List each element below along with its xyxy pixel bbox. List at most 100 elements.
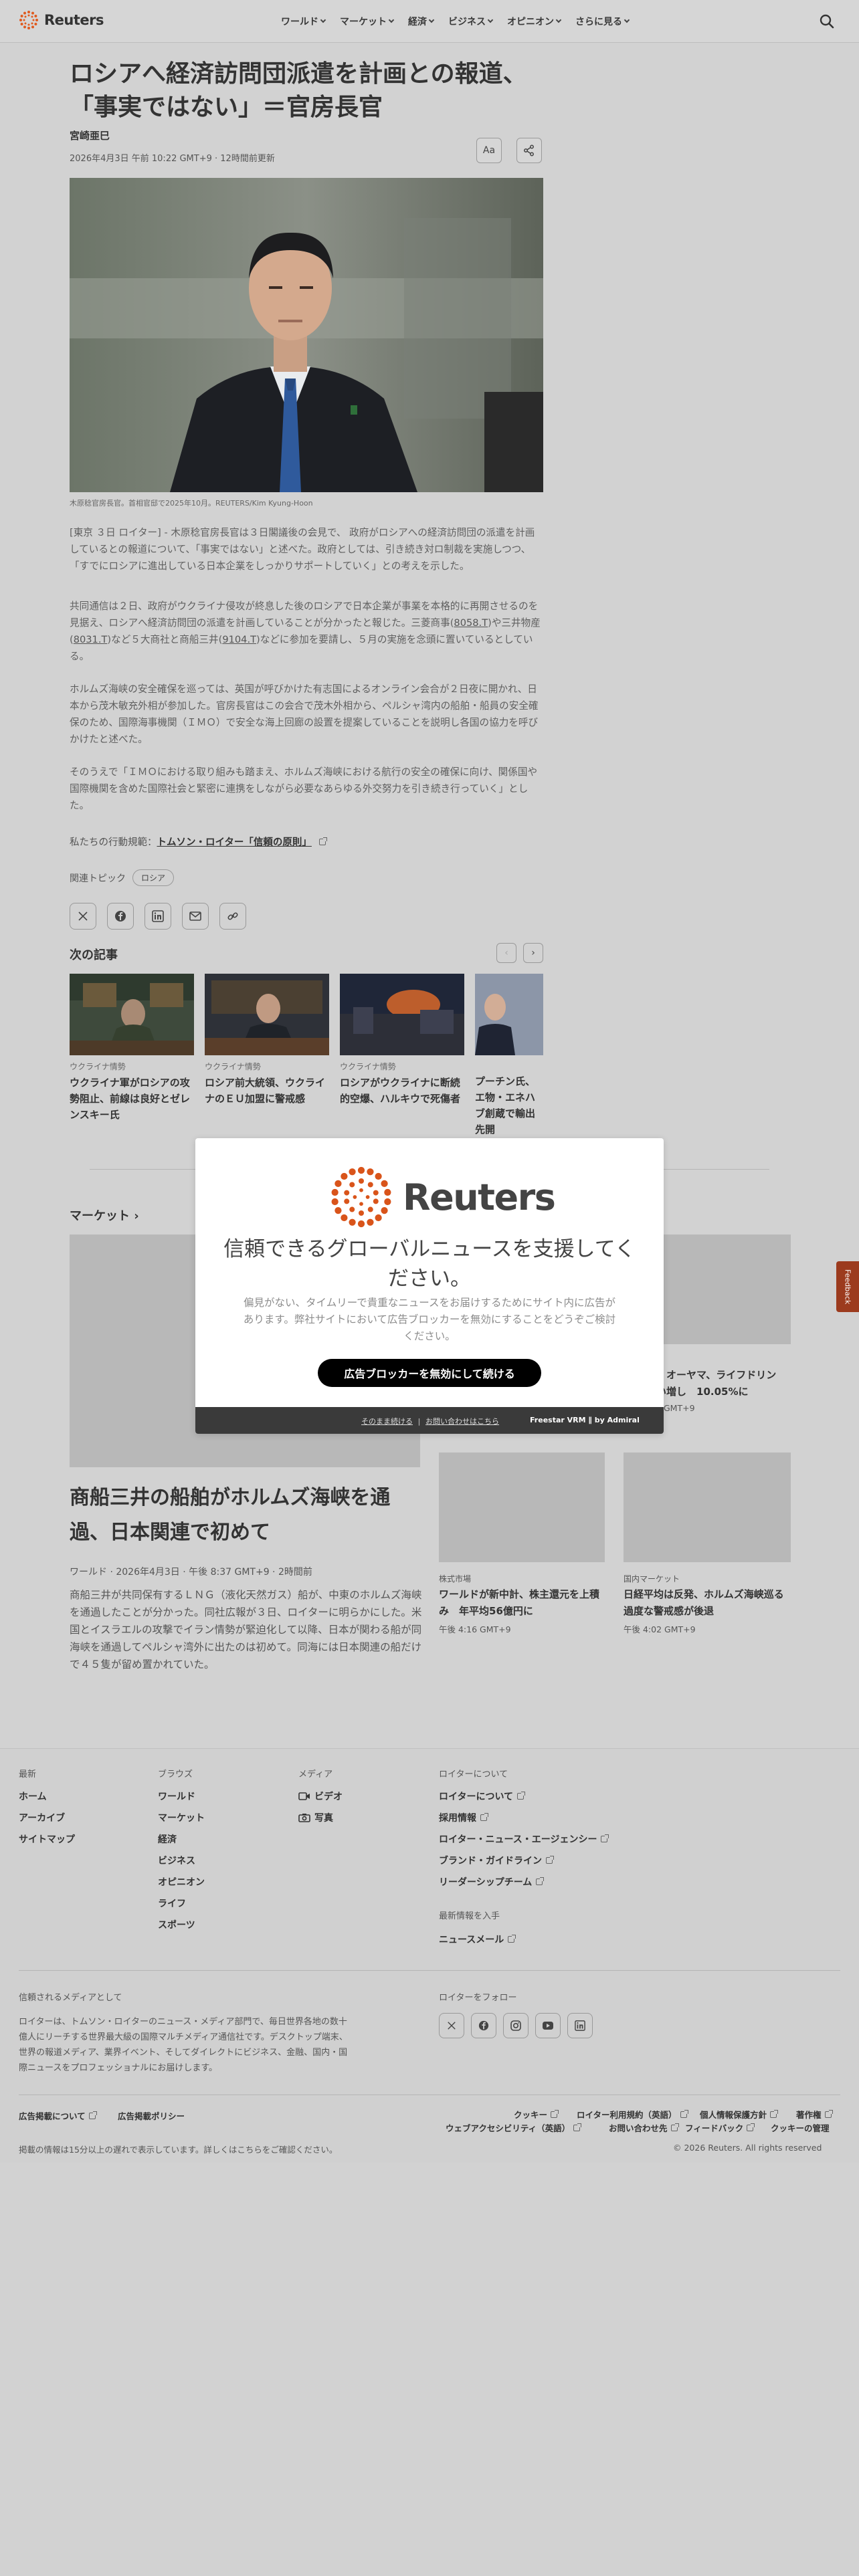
- disable-adblock-button[interactable]: 広告ブロッカーを無効にして続ける: [318, 1359, 541, 1387]
- card-thumbnail: [475, 974, 543, 1055]
- share-button[interactable]: [516, 138, 542, 163]
- small-story-title[interactable]: ワールドが新中計、株主還元を上積み 年平均56億円に: [439, 1586, 599, 1620]
- footer-link-business[interactable]: ビジネス: [158, 1854, 195, 1867]
- chevron-down-icon: [624, 17, 630, 23]
- font-size-button[interactable]: Aa: [476, 138, 502, 163]
- share-x-button[interactable]: [70, 903, 96, 930]
- footer-link-life[interactable]: ライフ: [158, 1897, 186, 1910]
- follow-youtube-button[interactable]: [535, 2013, 561, 2038]
- next-article-card[interactable]: ウクライナ情勢 ロシア前大統領、ウクライナのＥＵ加盟に警戒感: [205, 974, 329, 1107]
- footer-link-careers[interactable]: 採用情報: [439, 1811, 488, 1824]
- nav-item-opinion[interactable]: オピニオン: [507, 15, 562, 28]
- market-small-image-placeholder[interactable]: [624, 1453, 791, 1562]
- share-linkedin-button[interactable]: [145, 903, 171, 930]
- nav-item-more[interactable]: さらに見る: [575, 15, 630, 28]
- side-story-title-partial[interactable]: ニ、オーヤマ、ライフドリン 買い増し 10.05%に: [646, 1367, 807, 1400]
- chevron-down-icon: [388, 17, 395, 23]
- footer-copyright: © 2026 Reuters. All rights reserved: [673, 2143, 822, 2153]
- small-story-kicker[interactable]: 株式市場: [439, 1573, 471, 1584]
- share-icon: [524, 144, 534, 156]
- market-lead-meta: ワールド · 2026年4月3日 · 午後 8:37 GMT+9 · 2時間前: [70, 1567, 312, 1578]
- footer-link-terms[interactable]: ロイター利用規約（英語）: [577, 2108, 688, 2121]
- footer-link-advertise[interactable]: 広告掲載について: [19, 2109, 97, 2122]
- ticker-link-9104[interactable]: 9104.T: [222, 634, 256, 645]
- footer-link-economy[interactable]: 経済: [158, 1832, 177, 1846]
- next-article-card[interactable]: プーチン氏、エ物・エネハブ創蔵で輸出先開: [475, 974, 543, 1138]
- market-small-image-placeholder[interactable]: [439, 1453, 605, 1562]
- footer-trust-heading: 信頼されるメディアとして: [19, 1993, 122, 2003]
- feedback-tab[interactable]: Feedback: [836, 1261, 859, 1312]
- footer-link-world[interactable]: ワールド: [158, 1790, 195, 1803]
- small-story-title[interactable]: 日経平均は反発、ホルムズ海峡巡る過度な警戒感が後退: [624, 1586, 784, 1620]
- footer-link-cookies[interactable]: クッキー: [514, 2108, 559, 2121]
- continue-anyway-link[interactable]: そのまま続ける: [361, 1417, 413, 1426]
- footer-link-home[interactable]: ホーム: [19, 1790, 47, 1803]
- carousel-next-button[interactable]: ›: [523, 943, 543, 963]
- footer-link-photos[interactable]: 写真: [298, 1811, 333, 1824]
- ticker-link-8058[interactable]: 8058.T: [454, 617, 488, 629]
- share-email-button[interactable]: [182, 903, 209, 930]
- hero-photo[interactable]: [70, 178, 543, 492]
- related-topics: 関連トピック ロシア: [70, 869, 175, 886]
- copy-link-button[interactable]: [219, 903, 246, 930]
- footer-link-privacy[interactable]: 個人情報保護方針: [700, 2108, 779, 2121]
- footer-link-archive[interactable]: アーカイブ: [19, 1811, 65, 1824]
- next-article-card[interactable]: ウクライナ情勢 ロシアがウクライナに断続的空爆、ハルキウで死傷者: [340, 974, 464, 1107]
- nav-item-economy[interactable]: 経済: [408, 15, 435, 28]
- footer-link-sports[interactable]: スポーツ: [158, 1918, 195, 1931]
- facebook-icon: [115, 911, 126, 922]
- footer-link-cookie-settings[interactable]: クッキーの管理: [771, 2121, 830, 2134]
- footer-link-feedback[interactable]: フィードバック: [685, 2121, 755, 2134]
- card-title[interactable]: ロシアがウクライナに断続的空爆、ハルキウで死傷者: [340, 1075, 464, 1107]
- footer-link-news-agency[interactable]: ロイター・ニュース・エージェンシー: [439, 1832, 609, 1846]
- follow-instagram-button[interactable]: [503, 2013, 529, 2038]
- nav-item-business[interactable]: ビジネス: [448, 15, 494, 28]
- footer-link-leadership[interactable]: リーダーシップチーム: [439, 1875, 545, 1889]
- carousel-prev-button[interactable]: ‹: [496, 943, 516, 963]
- admiral-brand[interactable]: Freestar VRM ∥ by Admiral: [530, 1416, 640, 1424]
- email-icon: [189, 911, 201, 921]
- nav-item-markets[interactable]: マーケット: [340, 15, 395, 28]
- card-title[interactable]: ウクライナ軍がロシアの攻勢阻止、前線は良好とゼレンスキー氏: [70, 1075, 194, 1123]
- modal-body: 偏見がない、タイムリーで貴重なニュースをお届けするためにサイト内に広告があります…: [243, 1297, 616, 1342]
- ticker-link-8031[interactable]: 8031.T: [74, 634, 108, 645]
- footer-link-brand-guidelines[interactable]: ブランド・ガイドライン: [439, 1854, 554, 1867]
- card-title[interactable]: プーチン氏、エ物・エネハブ創蔵で輸出先開: [475, 1073, 543, 1138]
- market-lead-headline[interactable]: 商船三井の船舶がホルムズ海峡を通過、日本関連で初めて: [70, 1481, 417, 1550]
- footer-link-sitemap[interactable]: サイトマップ: [19, 1832, 75, 1846]
- follow-x-button[interactable]: [439, 2013, 464, 2038]
- footer-link-copyright[interactable]: 著作権: [796, 2108, 833, 2121]
- x-icon: [448, 2022, 456, 2030]
- trust-principles-link[interactable]: トムソン・ロイター「信頼の原則」: [157, 837, 312, 848]
- nav-item-world[interactable]: ワールド: [281, 15, 326, 28]
- footer-link-ad-policy[interactable]: 広告掲載ポリシー: [118, 2109, 185, 2122]
- x-icon: [78, 911, 88, 921]
- follow-linkedin-button[interactable]: [567, 2013, 593, 2038]
- adblock-modal: Reuters 信頼できるグローバルニュースを支援してください。 偏見がない、タ…: [195, 1138, 664, 1434]
- footer-link-newsletter[interactable]: ニュースメール: [439, 1933, 516, 1946]
- reuters-logo[interactable]: Reuters: [19, 10, 104, 30]
- footer-link-video[interactable]: ビデオ: [298, 1790, 343, 1803]
- footer-link-contact[interactable]: お問い合わせ先: [609, 2121, 679, 2134]
- footer-link-about[interactable]: ロイターについて: [439, 1790, 526, 1803]
- market-section-title[interactable]: マーケット ›: [70, 1206, 139, 1224]
- external-link-icon: [480, 1813, 488, 1821]
- card-title[interactable]: ロシア前大統領、ウクライナのＥＵ加盟に警戒感: [205, 1075, 329, 1107]
- contact-link[interactable]: お問い合わせはこちら: [425, 1417, 499, 1426]
- share-facebook-button[interactable]: [107, 903, 134, 930]
- article-paragraph-3: ホルムズ海峡の安全確保を巡っては、英国が呼びかけた有志国によるオンライン会合が２…: [70, 683, 539, 745]
- external-link-icon: [747, 2123, 755, 2131]
- small-story-kicker[interactable]: 国内マーケット: [624, 1573, 680, 1584]
- modal-title: 信頼できるグローバルニュースを支援してください。: [223, 1237, 636, 1291]
- footer-link-markets[interactable]: マーケット: [158, 1811, 205, 1824]
- article-author[interactable]: 宮崎亜巳: [70, 128, 110, 142]
- footer-link-accessibility[interactable]: ウェブアクセシビリティ（英語）: [446, 2121, 582, 2134]
- topic-pill-russia[interactable]: ロシア: [132, 869, 175, 886]
- external-link-icon: [680, 2109, 688, 2118]
- follow-facebook-button[interactable]: [471, 2013, 496, 2038]
- next-article-card[interactable]: ウクライナ情勢 ウクライナ軍がロシアの攻勢阻止、前線は良好とゼレンスキー氏: [70, 974, 194, 1123]
- chevron-down-icon: [555, 17, 562, 23]
- external-link-icon: [573, 2123, 582, 2131]
- footer-link-opinion[interactable]: オピニオン: [158, 1875, 205, 1889]
- search-icon[interactable]: [819, 13, 835, 29]
